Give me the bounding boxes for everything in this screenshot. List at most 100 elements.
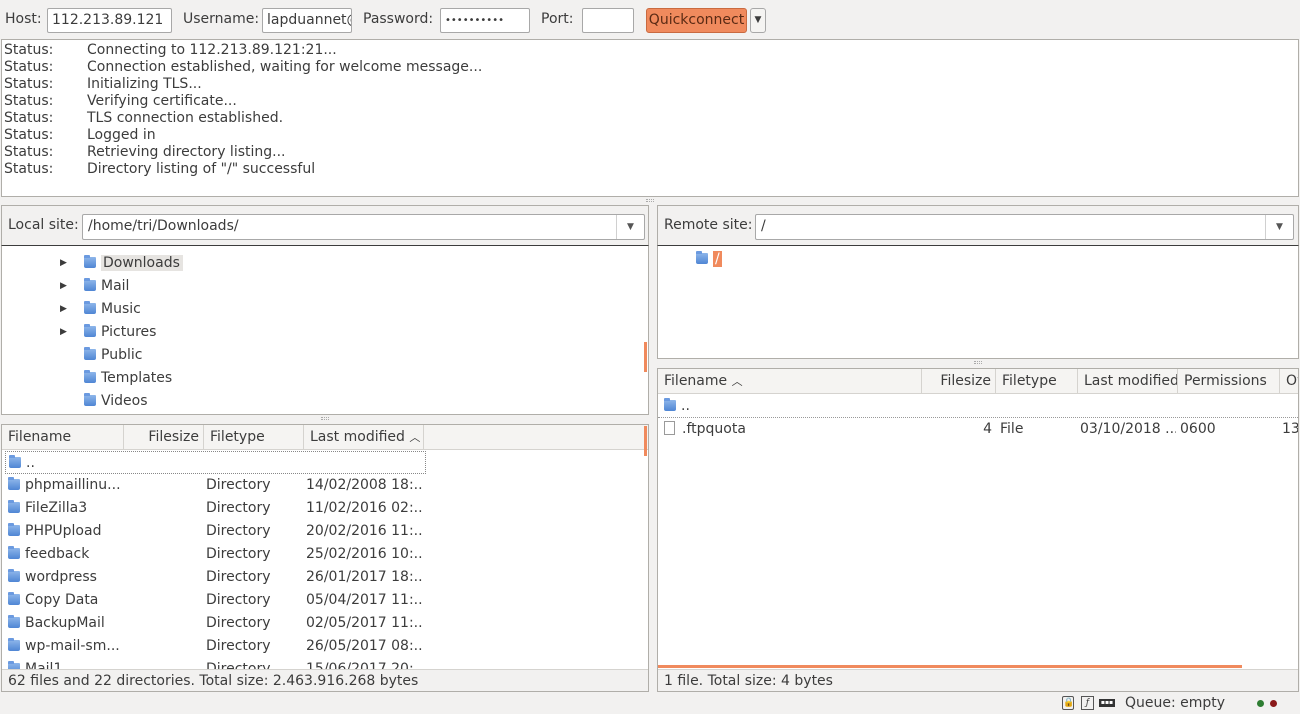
local-tree-scrollbar[interactable] bbox=[644, 342, 647, 372]
expand-arrow-icon[interactable]: ▶ bbox=[60, 258, 67, 268]
local-tree-item[interactable]: Pictures bbox=[84, 321, 156, 344]
app-status-bar: 🔒 ƒ ▪▪▪ Queue: empty bbox=[0, 694, 1300, 714]
password-input[interactable]: •••••••••• bbox=[440, 8, 530, 33]
remote-file-list[interactable]: Filename ︿ Filesize Filetype Last modifi… bbox=[657, 368, 1299, 692]
log-line-label: Status: bbox=[4, 110, 54, 126]
local-site-label: Local site: bbox=[8, 217, 79, 233]
remote-path-combo[interactable]: / ▼ bbox=[755, 214, 1294, 240]
expand-arrow-icon[interactable]: ▶ bbox=[60, 327, 67, 337]
quickconnect-button[interactable]: Quickconnect bbox=[646, 8, 747, 33]
speed-limit-icon[interactable]: ▪▪▪ bbox=[1099, 699, 1115, 707]
folder-icon bbox=[664, 398, 676, 411]
log-line-text: Verifying certificate... bbox=[87, 93, 237, 109]
remote-site-bar: Remote site: / ▼ bbox=[657, 205, 1299, 246]
local-file-modified: 11/02/2016 02:... bbox=[306, 500, 422, 516]
local-file-row[interactable]: wordpress Directory 26/01/2017 18:... bbox=[2, 566, 648, 589]
local-file-row[interactable]: .. bbox=[5, 451, 426, 474]
local-file-list[interactable]: Filename Filesize Filetype Last modified… bbox=[1, 424, 649, 692]
local-col-last-modified[interactable]: Last modified ︿ bbox=[304, 425, 424, 449]
local-file-row[interactable]: PHPUpload Directory 20/02/2016 11:... bbox=[2, 520, 648, 543]
local-tree-item[interactable]: Downloads bbox=[84, 252, 183, 275]
remote-tree-root[interactable]: / bbox=[696, 248, 722, 271]
folder-icon bbox=[8, 638, 20, 651]
folder-icon bbox=[8, 569, 20, 582]
log-line: Status: Directory listing of "/" successf… bbox=[4, 161, 1298, 178]
remote-site-label: Remote site: bbox=[664, 217, 753, 233]
local-file-name: feedback bbox=[25, 546, 90, 562]
log-line-text: Connection established, waiting for welc… bbox=[87, 59, 483, 75]
remote-col-permissions[interactable]: Permissions bbox=[1178, 369, 1280, 393]
local-file-row[interactable]: Copy Data Directory 05/04/2017 11:... bbox=[2, 589, 648, 612]
log-line-label: Status: bbox=[4, 59, 54, 75]
local-file-modified: 05/04/2017 11:... bbox=[306, 592, 422, 608]
chevron-down-icon[interactable]: ▼ bbox=[1265, 215, 1293, 239]
expand-arrow-icon[interactable]: ▶ bbox=[60, 281, 67, 291]
host-input[interactable]: 112.213.89.121 bbox=[47, 8, 172, 33]
local-tree-item[interactable]: Public bbox=[84, 344, 142, 367]
chevron-down-icon[interactable]: ▼ bbox=[616, 215, 644, 239]
local-file-row[interactable]: BackupMail Directory 02/05/2017 11:... bbox=[2, 612, 648, 635]
local-directory-tree[interactable]: ▶ Downloads ▶ Mail ▶ Music ▶ Pictures Public Temp… bbox=[1, 245, 649, 415]
local-file-name: BackupMail bbox=[25, 615, 105, 631]
local-file-type: Directory bbox=[206, 500, 271, 516]
expand-arrow-icon[interactable]: ▶ bbox=[60, 304, 67, 314]
local-path-combo[interactable]: /home/tri/Downloads/ ▼ bbox=[82, 214, 645, 240]
remote-path-value: / bbox=[761, 218, 766, 234]
local-file-row[interactable]: wp-mail-sm... Directory 26/05/2017 08:... bbox=[2, 635, 648, 658]
folder-icon bbox=[84, 255, 96, 268]
remote-file-row[interactable]: .. bbox=[658, 395, 1298, 418]
lock-icon[interactable]: 🔒 bbox=[1062, 696, 1074, 710]
log-line-label: Status: bbox=[4, 93, 54, 109]
local-splitter-handle[interactable] bbox=[321, 417, 329, 420]
local-file-modified: 02/05/2017 11:... bbox=[306, 615, 422, 631]
remote-col-filename[interactable]: Filename ︿ bbox=[658, 369, 922, 393]
message-log[interactable]: Status: Connecting to 112.213.89.121:21..… bbox=[1, 39, 1299, 197]
remote-splitter-handle[interactable] bbox=[974, 361, 982, 364]
local-tree-item[interactable]: Templates bbox=[84, 367, 172, 390]
remote-list-hscrollbar[interactable] bbox=[658, 665, 1242, 668]
remote-file-modified: 03/10/2018 ... bbox=[1080, 421, 1176, 437]
log-line-label: Status: bbox=[4, 144, 54, 160]
remote-col-owner[interactable]: Ow bbox=[1280, 369, 1298, 393]
local-tree-item[interactable]: Videos bbox=[84, 390, 148, 413]
local-col-filetype[interactable]: Filetype bbox=[204, 425, 304, 449]
log-line: Status: Verifying certificate... bbox=[4, 93, 1298, 110]
remote-file-row[interactable]: .ftpquota 4 File 03/10/2018 ...0600 13 bbox=[658, 418, 1298, 441]
local-file-modified: 25/02/2016 10:... bbox=[306, 546, 422, 562]
remote-directory-tree[interactable]: / bbox=[657, 245, 1299, 359]
local-file-row[interactable]: phpmaillinu... Directory 14/02/2008 18:... bbox=[2, 474, 648, 497]
local-col-filename[interactable]: Filename bbox=[2, 425, 124, 449]
remote-tree-root-label: / bbox=[713, 251, 722, 267]
local-tree-item-label: Pictures bbox=[101, 324, 157, 340]
log-splitter-handle[interactable] bbox=[646, 199, 654, 202]
local-file-row[interactable]: feedback Directory 25/02/2016 10:... bbox=[2, 543, 648, 566]
folder-icon bbox=[8, 615, 20, 628]
log-line-text: Logged in bbox=[87, 127, 156, 143]
local-tree-item[interactable]: Mail bbox=[84, 275, 129, 298]
local-col-last-modified-label: Last modified bbox=[310, 429, 405, 445]
local-file-type: Directory bbox=[206, 592, 271, 608]
remote-col-filetype[interactable]: Filetype bbox=[996, 369, 1078, 393]
local-file-type: Directory bbox=[206, 477, 271, 493]
local-col-filesize[interactable]: Filesize bbox=[124, 425, 204, 449]
local-file-name: wordpress bbox=[25, 569, 97, 585]
quickconnect-history-dropdown[interactable]: ▼ bbox=[750, 8, 766, 33]
local-file-type: Directory bbox=[206, 523, 271, 539]
remote-col-last-modified[interactable]: Last modified bbox=[1078, 369, 1178, 393]
filter-icon[interactable]: ƒ bbox=[1081, 696, 1094, 710]
local-tree-item-label: Mail bbox=[101, 278, 130, 294]
local-list-scrollbar[interactable] bbox=[644, 426, 647, 456]
sort-ascending-icon: ︿ bbox=[731, 375, 743, 388]
local-file-modified: 26/01/2017 18:... bbox=[306, 569, 422, 585]
remote-file-owner: 13 bbox=[1282, 421, 1298, 437]
log-line-label: Status: bbox=[4, 76, 54, 92]
folder-icon bbox=[696, 251, 708, 264]
local-file-row[interactable]: FileZilla3 Directory 11/02/2016 02:... bbox=[2, 497, 648, 520]
port-input[interactable] bbox=[582, 8, 634, 33]
local-file-type: Directory bbox=[206, 638, 271, 654]
local-tree-item[interactable]: Music bbox=[84, 298, 141, 321]
folder-icon bbox=[84, 324, 96, 337]
remote-col-filesize[interactable]: Filesize bbox=[922, 369, 996, 393]
folder-icon bbox=[8, 523, 20, 536]
username-input[interactable]: lapduannet@ bbox=[262, 8, 352, 33]
